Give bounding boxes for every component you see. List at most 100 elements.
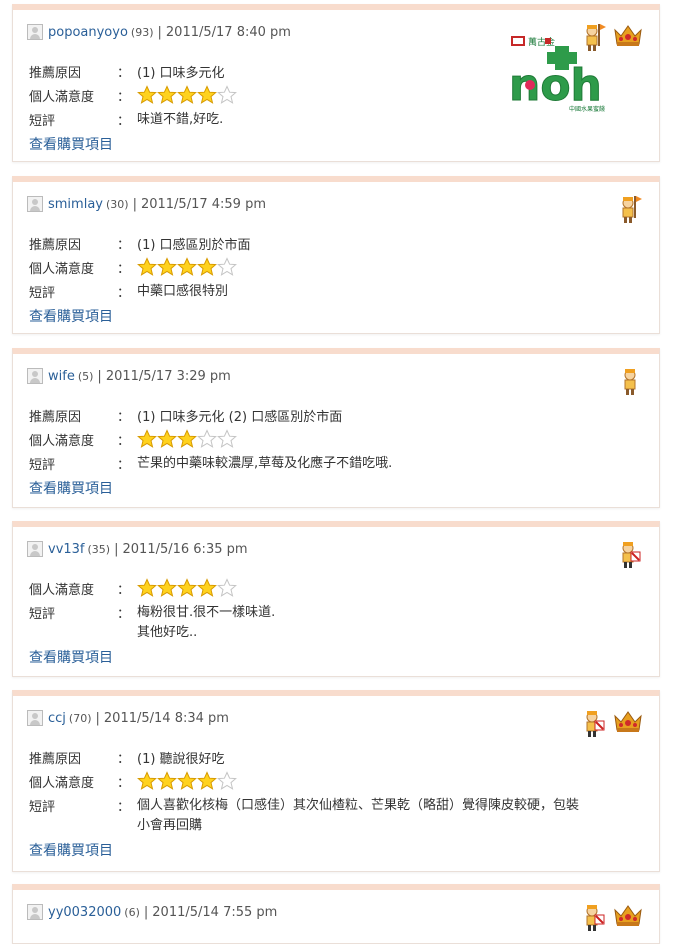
colon: ：	[117, 433, 131, 449]
star-filled-icon	[197, 771, 217, 791]
avatar[interactable]	[27, 904, 43, 920]
avatar[interactable]	[27, 24, 43, 40]
username-link[interactable]: popoanyoyo	[48, 25, 128, 40]
username-link[interactable]: smimlay	[48, 197, 103, 212]
star-filled-icon	[197, 85, 217, 105]
person-card-badge-icon	[581, 708, 607, 738]
separator: |	[95, 710, 100, 726]
user-score: (6)	[124, 905, 140, 919]
colon: ：	[117, 800, 131, 815]
view-purchase-link[interactable]: 查看購買項目	[29, 306, 113, 326]
review-header: wife (5) | 2011/5/17 3:29 pm	[27, 367, 231, 385]
user-badges	[617, 194, 643, 224]
separator: |	[143, 904, 149, 920]
reason-label: 推薦原因	[29, 409, 82, 425]
username-link[interactable]: ccj	[48, 711, 66, 726]
satisfaction-label: 個人滿意度	[29, 433, 95, 449]
comment-line: 中藥口感很特別	[137, 284, 229, 299]
view-purchase-link[interactable]: 查看購買項目	[29, 840, 113, 860]
star-filled-icon	[177, 771, 197, 791]
user-score: (70)	[68, 711, 92, 725]
review-header: smimlay (30) | 2011/5/17 4:59 pm	[27, 195, 266, 213]
satisfaction-row: 個人滿意度 ：	[29, 578, 237, 598]
view-purchase-link[interactable]: 查看購買項目	[29, 478, 113, 498]
user-badges	[617, 366, 643, 396]
review-card: popoanyoyo (93) | 2011/5/17 8:40 pm 推薦原因 ： (1)…	[12, 4, 660, 162]
star-rating	[137, 85, 237, 105]
colon: ：	[117, 89, 131, 105]
star-filled-icon	[137, 429, 157, 449]
reason-label: 推薦原因	[29, 237, 82, 253]
colon: ：	[117, 237, 131, 253]
separator: |	[114, 541, 119, 557]
comment-label: 短評	[29, 607, 56, 622]
avatar[interactable]	[27, 196, 43, 212]
comment-text: 中藥口感很特別	[137, 282, 228, 302]
star-empty-icon	[217, 771, 237, 791]
reason-value: (1) 聽說很好吃	[137, 751, 225, 767]
review-date: 2011/5/14 8:34 pm	[103, 710, 229, 726]
star-filled-icon	[157, 771, 177, 791]
colon: ：	[117, 607, 131, 622]
star-filled-icon	[157, 257, 177, 277]
comment-label: 短評	[29, 286, 56, 301]
separator: |	[97, 368, 102, 384]
star-filled-icon	[137, 85, 157, 105]
review-card: smimlay (30) | 2011/5/17 4:59 pm 推薦原因 ： (1) 口感…	[12, 176, 660, 334]
view-purchase-link[interactable]: 查看購買項目	[29, 647, 113, 667]
view-purchase-link[interactable]: 查看購買項目	[29, 134, 113, 154]
comment-row: 短評 ： 中藥口感很特別	[29, 282, 228, 302]
user-badges	[617, 539, 643, 569]
comment-line: 梅粉很甘.很不一樣味道.	[137, 605, 276, 620]
review-header: yy0032000 (6) | 2011/5/14 7:55 pm	[27, 903, 277, 921]
comment-row: 短評 ： 味道不錯,好吃.	[29, 110, 223, 130]
colon: ：	[117, 65, 131, 81]
review-date: 2011/5/17 4:59 pm	[140, 196, 266, 212]
separator: |	[157, 24, 162, 40]
review-card: vv13f (35) | 2011/5/16 6:35 pm 個人滿意度 ： 短評 ： 梅粉很甘…	[12, 521, 660, 677]
star-empty-icon	[217, 429, 237, 449]
star-filled-icon	[137, 771, 157, 791]
avatar[interactable]	[27, 541, 43, 557]
star-filled-icon	[197, 257, 217, 277]
star-rating	[137, 429, 237, 449]
star-filled-icon	[157, 85, 177, 105]
avatar[interactable]	[27, 710, 43, 726]
noh-logo-icon: 萬古金noh中國水果蜜餞	[509, 36, 605, 113]
star-filled-icon	[157, 429, 177, 449]
star-empty-icon	[217, 85, 237, 105]
separator: |	[132, 196, 137, 212]
person-card-badge-icon	[617, 539, 643, 569]
reason-value: (1) 口味多元化	[137, 65, 225, 81]
person-badge-icon	[617, 366, 643, 396]
username-link[interactable]: vv13f	[48, 542, 85, 557]
comment-text: 味道不錯,好吃.	[137, 110, 223, 130]
reason-label: 推薦原因	[29, 65, 82, 81]
crown-badge-icon	[613, 902, 643, 928]
username-link[interactable]: wife	[48, 369, 75, 384]
satisfaction-row: 個人滿意度 ：	[29, 85, 237, 105]
satisfaction-row: 個人滿意度 ：	[29, 429, 237, 449]
comment-row: 短評 ： 個人喜歡化核梅（口感佳）其次仙楂粒、芒果乾（略甜）覺得陳皮較硬，包裝 小會再…	[29, 796, 579, 836]
comment-line: 味道不錯,好吃.	[137, 112, 224, 127]
colon: ：	[117, 458, 131, 473]
comment-line: 其他好吃..	[137, 625, 198, 640]
satisfaction-label: 個人滿意度	[29, 582, 95, 598]
comment-row: 短評 ： 梅粉很甘.很不一樣味道. 其他好吃..	[29, 603, 275, 643]
star-filled-icon	[197, 578, 217, 598]
satisfaction-label: 個人滿意度	[29, 775, 95, 791]
colon: ：	[117, 751, 131, 767]
star-rating	[137, 771, 237, 791]
colon: ：	[117, 286, 131, 301]
comment-text: 梅粉很甘.很不一樣味道. 其他好吃..	[137, 603, 275, 643]
star-filled-icon	[177, 257, 197, 277]
star-filled-icon	[137, 257, 157, 277]
satisfaction-label: 個人滿意度	[29, 89, 95, 105]
user-score: (93)	[130, 25, 154, 39]
user-score: (5)	[77, 369, 94, 383]
comment-line: 芒果的中藥味較濃厚,草莓及化應子不錯吃哦.	[137, 456, 393, 471]
colon: ：	[117, 409, 131, 425]
username-link[interactable]: yy0032000	[48, 905, 121, 920]
avatar[interactable]	[27, 368, 43, 384]
star-rating	[137, 578, 237, 598]
